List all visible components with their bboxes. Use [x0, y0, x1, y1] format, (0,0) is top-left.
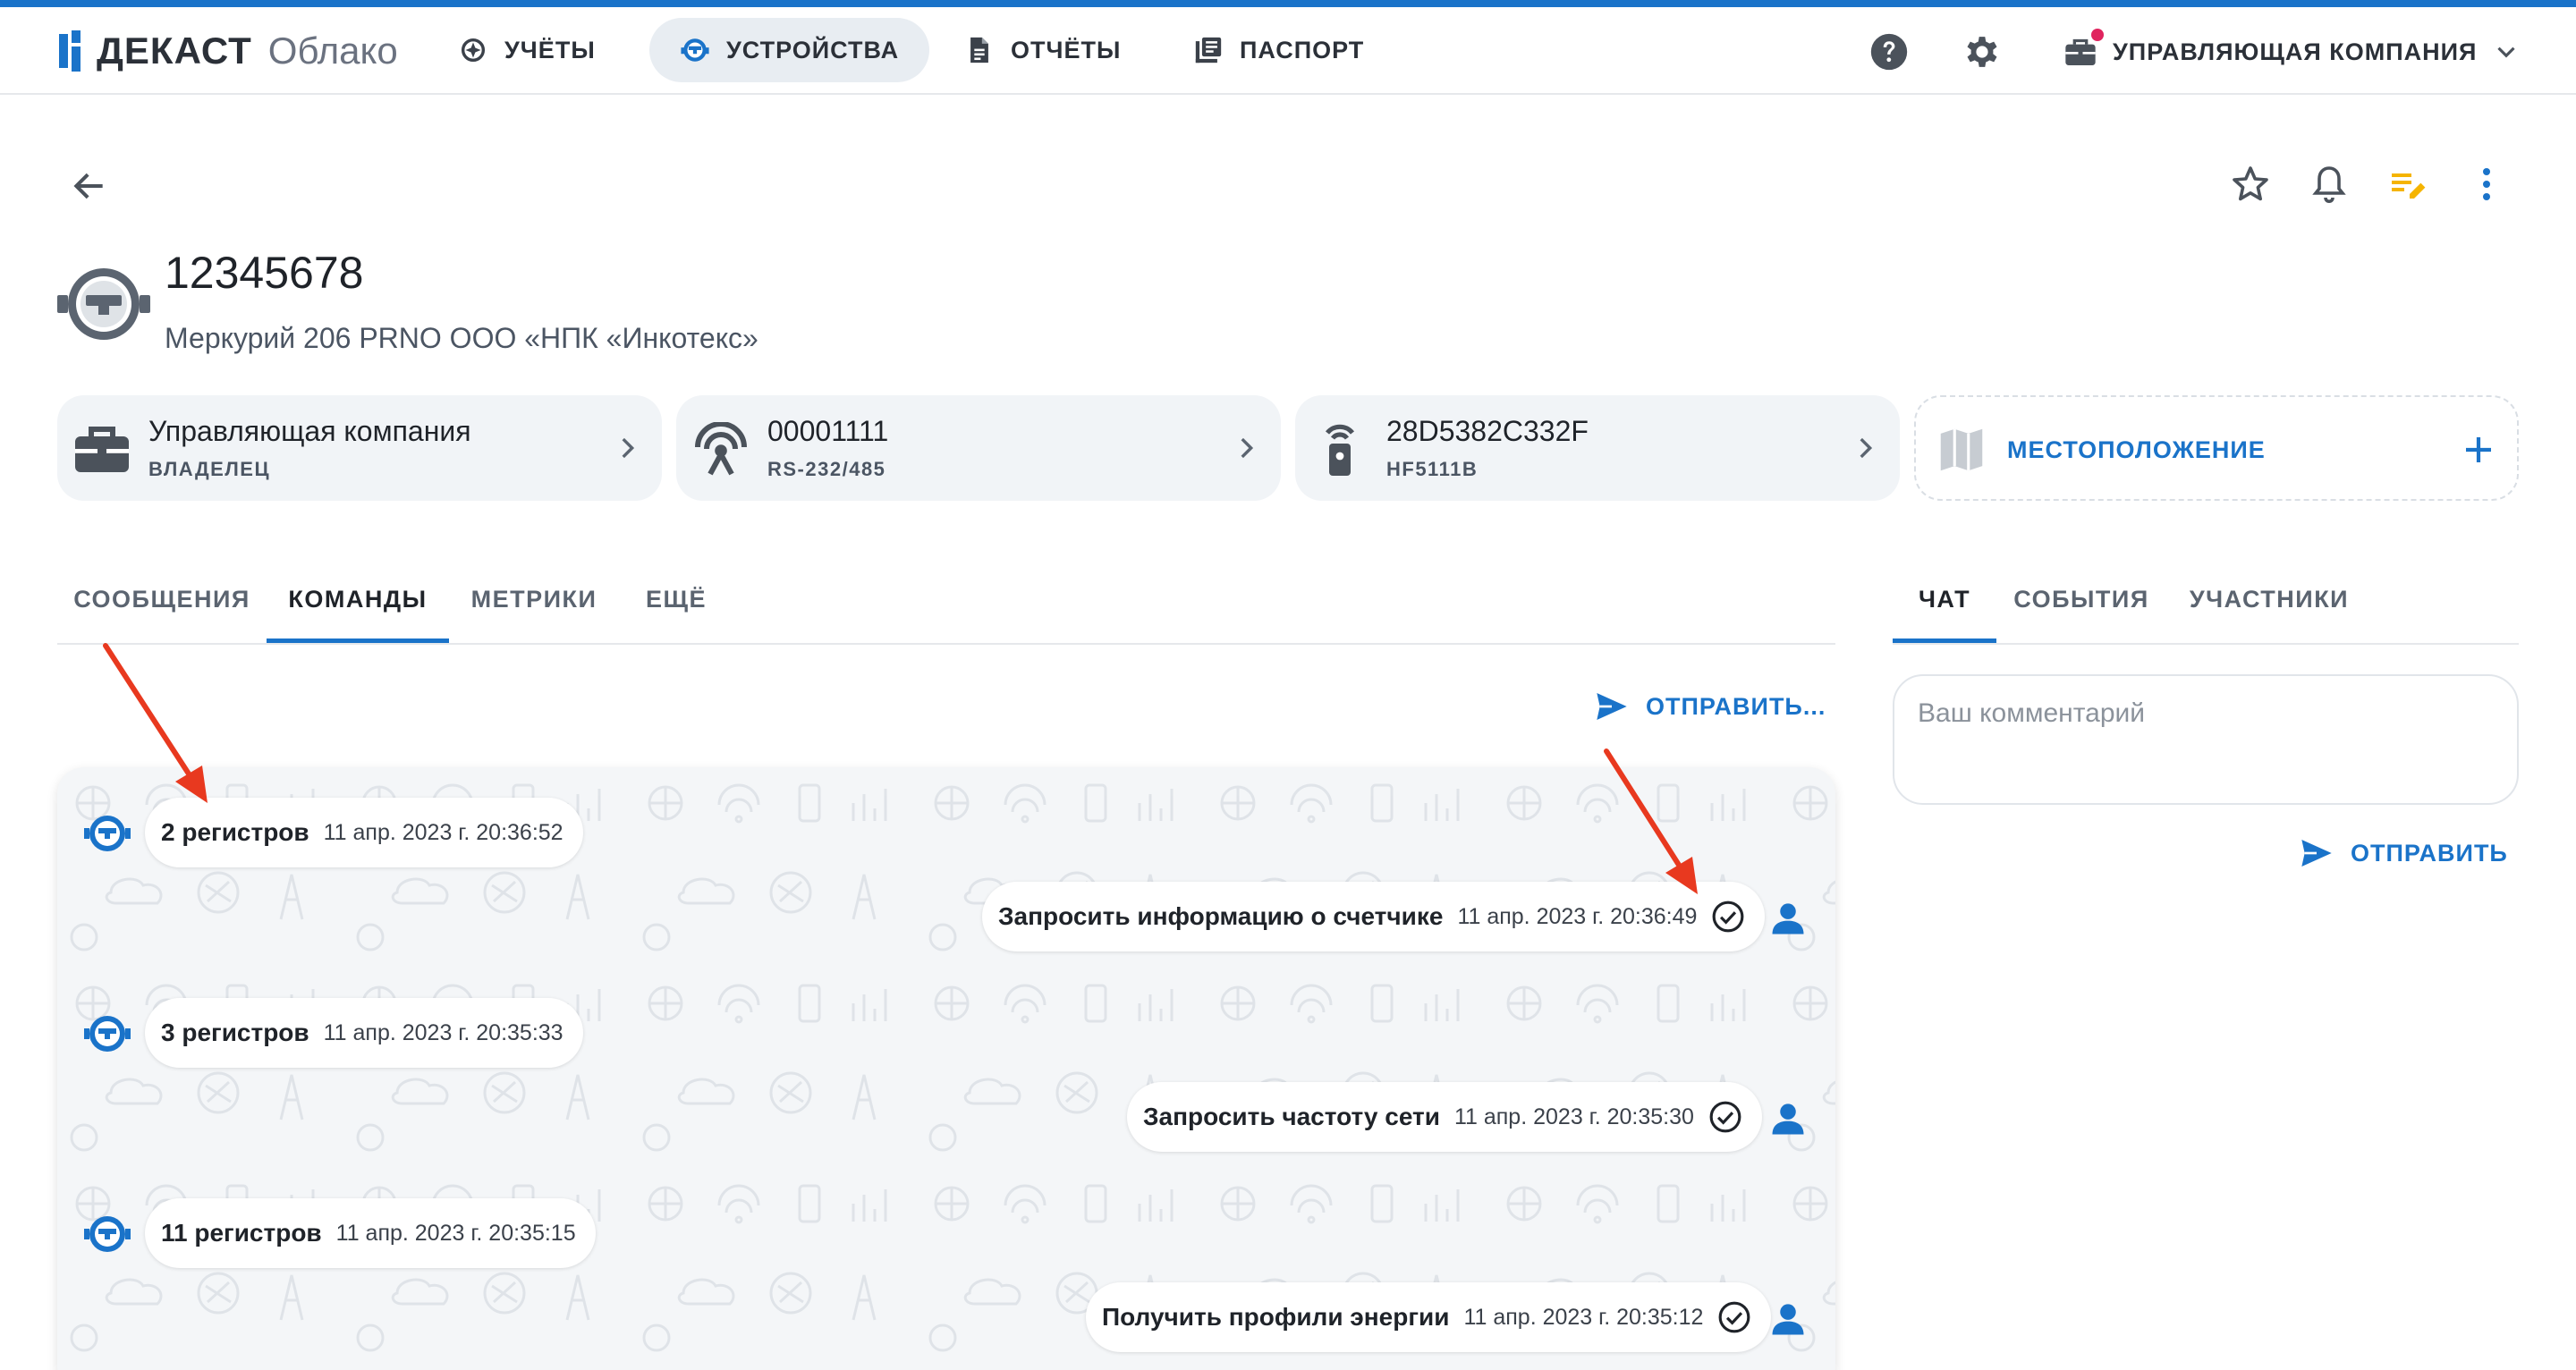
device-meter-icon: [57, 268, 150, 340]
user-icon: [1772, 1304, 1804, 1335]
plus-icon[interactable]: [2460, 431, 2497, 469]
tab-more[interactable]: ЕЩЁ: [619, 558, 733, 640]
top-accent-bar: [0, 0, 2576, 7]
nav-item-reports[interactable]: ОТЧЁТЫ: [934, 18, 1151, 82]
chevron-down-icon: [2497, 47, 2516, 58]
device-meter-icon: [84, 1016, 131, 1052]
command-response[interactable]: 11 регистров 11 апр. 2023 г. 20:35:15: [145, 1198, 596, 1268]
tabs-divider: [57, 643, 1835, 645]
nav-item-label: УЧЁТЫ: [504, 36, 596, 63]
star-icon[interactable]: [2229, 163, 2272, 206]
modem-icon: [1325, 424, 1355, 476]
send-comment-label: ОТПРАВИТЬ: [2351, 839, 2508, 867]
passport-icon: [1195, 37, 1222, 63]
message-time: 11 апр. 2023 г. 20:35:12: [1463, 1304, 1704, 1330]
tab-chat[interactable]: ЧАТ: [1893, 558, 1996, 640]
logo-mark-icon: [59, 30, 80, 72]
card-caption: RS-232/485: [767, 458, 886, 480]
send-command-label: ОТПРАВИТЬ...: [1646, 692, 1826, 720]
user-icon: [1772, 903, 1804, 934]
message-time: 11 апр. 2023 г. 20:36:52: [323, 819, 564, 845]
send-icon: [2301, 840, 2332, 867]
user-icon: [1772, 1104, 1804, 1135]
owner-card[interactable]: Управляющая компания ВЛАДЕЛЕЦ: [57, 395, 662, 501]
location-label: МЕСТОПОЛОЖЕНИЕ: [2007, 436, 2266, 463]
report-icon: [970, 37, 988, 63]
chevron-right-icon: [622, 437, 635, 459]
card-title: 00001111: [767, 415, 889, 447]
message-text: Запросить частоту сети: [1143, 1103, 1440, 1130]
meter-icon: [681, 38, 709, 62]
edit-notes-icon[interactable]: [2386, 163, 2429, 206]
send-icon: [1597, 693, 1627, 720]
device-meter-icon: [84, 816, 131, 851]
message-text: Запросить информацию о счетчике: [998, 902, 1444, 930]
top-navigation: ДЕКАСТ Облако УЧЁТЫ УСТРОЙСТВА ОТЧЁТЫ ПА…: [0, 7, 2576, 95]
command-response[interactable]: 2 регистров 11 апр. 2023 г. 20:36:52: [145, 798, 583, 867]
chevron-right-icon: [1860, 437, 1873, 459]
message-text: 2 регистров: [161, 818, 309, 846]
check-circle-icon: [1712, 901, 1744, 933]
command-response[interactable]: 3 регистров 11 апр. 2023 г. 20:35:33: [145, 998, 583, 1068]
antenna-icon: [695, 422, 747, 476]
tab-commands[interactable]: КОМАНДЫ: [267, 558, 449, 640]
interface-card[interactable]: 00001111 RS-232/485: [676, 395, 1281, 501]
check-circle-icon: [1719, 1301, 1750, 1333]
message-time: 11 апр. 2023 г. 20:35:33: [323, 1019, 564, 1045]
accounting-icon: [461, 38, 486, 63]
brand-name: ДЕКАСТ: [97, 30, 252, 72]
message-text: 11 регистров: [161, 1219, 322, 1247]
send-comment-button[interactable]: ОТПРАВИТЬ: [2299, 835, 2508, 871]
company-name: УПРАВЛЯЮЩАЯ КОМПАНИЯ: [2113, 38, 2478, 65]
tab-participants[interactable]: УЧАСТНИКИ: [2166, 558, 2372, 640]
device-title: 12345678: [165, 248, 364, 298]
nav-item-label: ПАСПОРТ: [1240, 36, 1365, 63]
command-request[interactable]: Получить профили энергии 11 апр. 2023 г.…: [1086, 1282, 1772, 1352]
gear-icon[interactable]: [1962, 32, 2002, 72]
device-subtitle: Меркурий 206 PRNO ООО «НПК «Инкотекс»: [165, 322, 758, 354]
card-title: Управляющая компания: [148, 415, 471, 447]
message-text: 3 регистров: [161, 1019, 309, 1046]
nav-item-label: УСТРОЙСТВА: [726, 36, 900, 63]
send-command-button[interactable]: ОТПРАВИТЬ...: [1594, 689, 1826, 724]
message-time: 11 апр. 2023 г. 20:35:15: [335, 1220, 576, 1246]
briefcase-icon: [2063, 29, 2104, 70]
app-logo[interactable]: ДЕКАСТ Облако: [57, 29, 398, 73]
message-time: 11 апр. 2023 г. 20:35:30: [1453, 1104, 1694, 1129]
modem-card[interactable]: 28D5382C332F HF5111B: [1295, 395, 1900, 501]
chevron-right-icon: [1241, 437, 1254, 459]
message-text: Получить профили энергии: [1102, 1303, 1450, 1331]
commands-feed[interactable]: 2 регистров 11 апр. 2023 г. 20:36:52 Зап…: [57, 767, 1835, 1370]
card-title: 28D5382C332F: [1386, 415, 1589, 447]
nav-item-devices[interactable]: УСТРОЙСТВА: [649, 18, 930, 82]
help-icon[interactable]: [1869, 32, 1909, 72]
brand-product: Облако: [267, 30, 398, 72]
tab-events[interactable]: СОБЫТИЯ: [1996, 558, 2166, 640]
nav-item-accounting[interactable]: УЧЁТЫ: [428, 18, 626, 82]
tabs-divider: [1893, 643, 2519, 645]
device-meter-icon: [84, 1216, 131, 1252]
company-menu[interactable]: УПРАВЛЯЮЩАЯ КОМПАНИЯ: [2063, 23, 2521, 80]
tab-messages[interactable]: СООБЩЕНИЯ: [57, 558, 267, 640]
card-caption: HF5111B: [1386, 458, 1479, 480]
notification-dot: [2091, 29, 2104, 41]
briefcase-icon: [75, 427, 129, 472]
comment-field[interactable]: [1893, 674, 2519, 805]
bell-icon[interactable]: [2308, 163, 2351, 206]
check-circle-icon: [1709, 1101, 1741, 1133]
location-card[interactable]: МЕСТОПОЛОЖЕНИЕ: [1914, 395, 2519, 501]
command-request[interactable]: Запросить частоту сети 11 апр. 2023 г. 2…: [1127, 1082, 1762, 1152]
message-time: 11 апр. 2023 г. 20:36:49: [1457, 903, 1698, 929]
back-arrow-icon[interactable]: [70, 166, 109, 206]
tab-metrics[interactable]: МЕТРИКИ: [449, 558, 619, 640]
comment-input[interactable]: [1918, 694, 2490, 733]
nav-item-label: ОТЧЁТЫ: [1011, 36, 1122, 63]
card-caption: ВЛАДЕЛЕЦ: [148, 458, 271, 480]
more-vert-icon[interactable]: [2465, 163, 2508, 206]
nav-item-passport[interactable]: ПАСПОРТ: [1163, 18, 1394, 82]
map-icon: [1940, 428, 1983, 471]
command-request[interactable]: Запросить информацию о счетчике 11 апр. …: [982, 882, 1766, 951]
